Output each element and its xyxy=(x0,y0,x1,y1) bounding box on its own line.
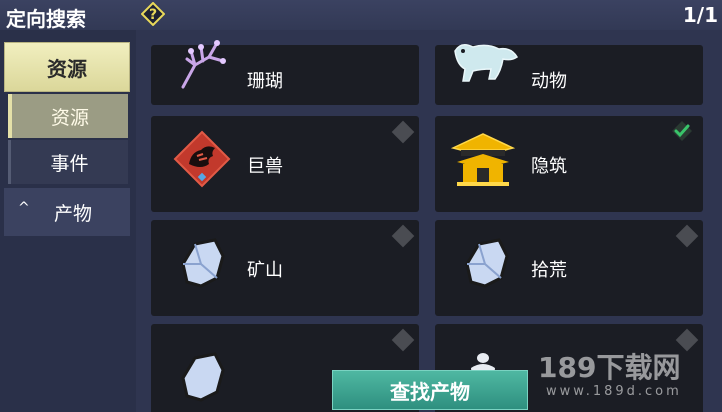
checkmark-icon xyxy=(672,121,692,141)
page-counter: 1/1 xyxy=(682,3,718,27)
find-products-button[interactable]: 查找产物 xyxy=(332,370,528,410)
unchecked-marker-icon xyxy=(391,120,415,144)
unchecked-marker-icon xyxy=(391,328,415,352)
card-label: 珊瑚 xyxy=(247,71,283,92)
chevron-up-icon: ^ xyxy=(18,200,30,216)
sidebar-item-resources[interactable]: 资源 xyxy=(8,94,128,138)
unchecked-marker-icon xyxy=(675,224,699,248)
question-diamond-icon[interactable]: ? xyxy=(141,2,165,26)
card-animal[interactable]: 动物 xyxy=(435,44,703,105)
ore-icon xyxy=(465,238,509,288)
watermark-text: 189下载网 xyxy=(538,351,681,384)
header-bar: 定向搜索 ? 1/1 xyxy=(0,0,722,31)
page-title: 定向搜索 xyxy=(6,7,86,31)
watermark: 189下载网 www.189d.com xyxy=(538,346,718,406)
card-label: 矿山 xyxy=(247,260,283,281)
unchecked-marker-icon xyxy=(391,224,415,248)
card-label: 巨兽 xyxy=(247,156,283,177)
hidden-building-icon xyxy=(451,133,515,186)
ore-icon xyxy=(181,238,225,288)
card-label: 隐筑 xyxy=(531,156,567,177)
card-hidden-building[interactable]: 隐筑 xyxy=(435,116,703,212)
svg-text:?: ? xyxy=(149,7,157,23)
sidebar-item-events[interactable]: 事件 xyxy=(8,140,128,184)
card-beast[interactable]: 巨兽 xyxy=(151,116,419,212)
coral-icon xyxy=(181,40,226,89)
ore-icon xyxy=(181,352,225,402)
card-mine[interactable]: 矿山 xyxy=(151,220,419,316)
card-label: 拾荒 xyxy=(531,260,567,281)
card-label: 动物 xyxy=(531,71,567,92)
animal-icon xyxy=(454,44,519,82)
card-coral[interactable]: 珊瑚 xyxy=(151,40,419,105)
sidebar-section-products[interactable]: ^ 产物 xyxy=(4,188,130,236)
card-scavenge[interactable]: 拾荒 xyxy=(435,220,703,316)
watermark-url: www.189d.com xyxy=(546,384,682,399)
tab-resources[interactable]: 资源 xyxy=(4,42,130,92)
sidebar-section-label: 产物 xyxy=(54,203,93,225)
beast-icon xyxy=(173,130,231,188)
category-sidebar: 资源 资源 事件 ^ 产物 xyxy=(0,30,136,412)
